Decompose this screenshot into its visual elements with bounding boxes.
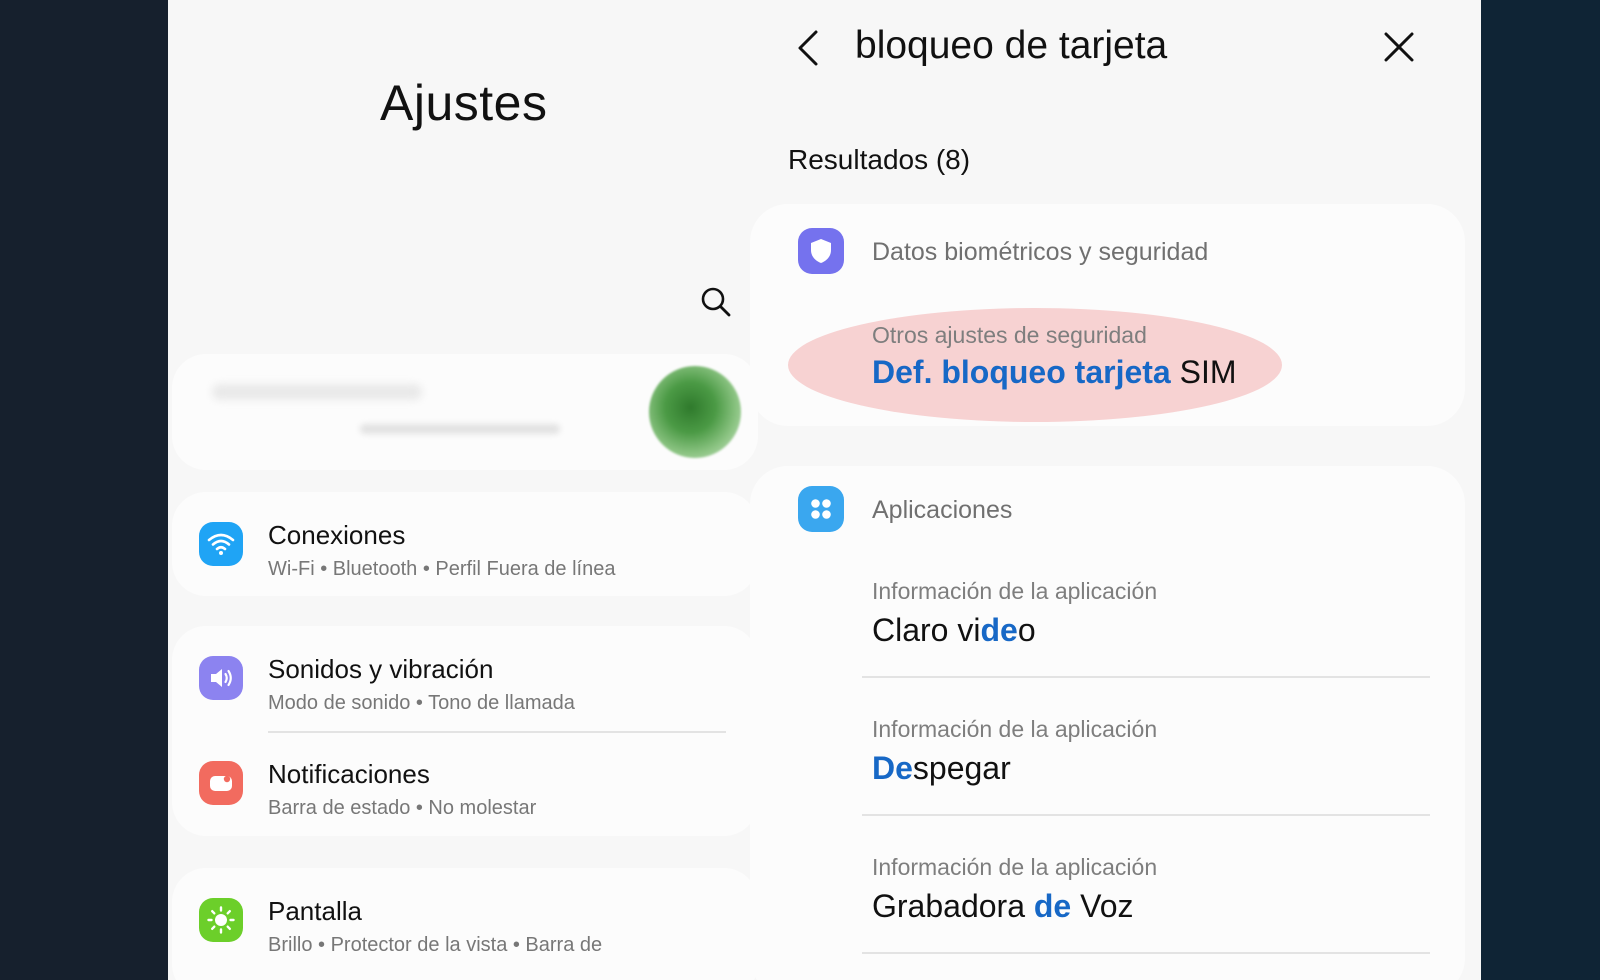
search-input[interactable]: bloqueo de tarjeta (855, 24, 1167, 68)
result-title-text: o (1017, 612, 1036, 648)
result-subtitle: Información de la aplicación (872, 716, 1158, 742)
divider (862, 814, 1430, 816)
category-title: Datos biométricos y seguridad (872, 238, 1209, 266)
result-title-text: spegar (912, 750, 1011, 786)
settings-item-title: Notificaciones (268, 759, 430, 789)
result-title-text: Claro vi (872, 612, 981, 648)
blurred-account-email (360, 424, 560, 434)
phone-screen: Ajustes Conexiones Wi-Fi • Bluetooth • P… (168, 0, 1481, 980)
search-icon[interactable] (698, 284, 734, 320)
profile-card[interactable] (172, 354, 758, 470)
left-background (0, 0, 168, 980)
back-icon[interactable] (790, 26, 830, 70)
result-title-match: de (980, 612, 1018, 648)
settings-item-title: Conexiones (268, 520, 406, 550)
close-icon[interactable] (1382, 30, 1416, 64)
search-panel: bloqueo de tarjeta Resultados (8) Datos … (750, 0, 1481, 980)
result-title: Def. bloqueo tarjeta SIM (872, 354, 1236, 391)
settings-item-pantalla[interactable]: Pantalla Brillo • Protector de la vista … (172, 870, 758, 970)
settings-item-subtitle: Wi-Fi • Bluetooth • Perfil Fuera de líne… (268, 558, 616, 580)
settings-item-subtitle: Brillo • Protector de la vista • Barra d… (268, 934, 603, 956)
results-card-seguridad: Datos biométricos y seguridad Otros ajus… (750, 204, 1465, 426)
sun-icon (199, 898, 243, 942)
category-title: Aplicaciones (872, 496, 1013, 524)
settings-panel: Ajustes Conexiones Wi-Fi • Bluetooth • P… (168, 0, 762, 980)
result-title-match: tarjeta (1074, 354, 1171, 390)
results-count: Resultados (8) (788, 144, 971, 175)
settings-item-title: Pantalla (268, 896, 362, 926)
result-title-text: Voz (1071, 888, 1134, 924)
results-card-aplicaciones: Aplicaciones Información de la aplicació… (750, 466, 1465, 980)
blurred-account-name (212, 384, 422, 400)
result-title-match: de (1033, 888, 1072, 924)
display-card: Pantalla Brillo • Protector de la vista … (172, 868, 758, 980)
result-subtitle: Información de la aplicación (872, 854, 1158, 880)
result-subtitle: Información de la aplicación (872, 578, 1158, 604)
avatar (649, 366, 741, 458)
volume-icon (199, 656, 243, 700)
settings-item-subtitle: Modo de sonido • Tono de llamada (268, 692, 575, 714)
settings-item-subtitle: Barra de estado • No molestar (268, 797, 537, 819)
result-title-text: SIM (1179, 354, 1237, 390)
result-title: Grabadora de Voz (872, 888, 1133, 925)
result-title: Claro video (872, 612, 1036, 649)
connections-card: Conexiones Wi-Fi • Bluetooth • Perfil Fu… (172, 492, 758, 596)
sounds-notifications-card: Sonidos y vibración Modo de sonido • Ton… (172, 626, 758, 836)
divider (862, 676, 1430, 678)
wifi-icon (199, 522, 243, 566)
result-subtitle: Otros ajustes de seguridad (872, 322, 1147, 348)
settings-item-notificaciones[interactable]: Notificaciones Barra de estado • No mole… (172, 733, 758, 833)
page-title: Ajustes (380, 75, 548, 131)
right-background (1481, 0, 1600, 980)
result-title-match: De (872, 750, 913, 786)
apps-icon (798, 486, 844, 532)
result-title: Despegar (872, 750, 1011, 787)
result-title-text: Grabadora (872, 888, 1034, 924)
settings-item-title: Sonidos y vibración (268, 654, 494, 684)
result-title-match: bloqueo (941, 354, 1066, 390)
result-title-match: Def. (872, 354, 933, 390)
shield-icon (798, 228, 844, 274)
notification-icon (199, 761, 243, 805)
settings-item-conexiones[interactable]: Conexiones Wi-Fi • Bluetooth • Perfil Fu… (172, 494, 758, 594)
settings-item-sonidos[interactable]: Sonidos y vibración Modo de sonido • Ton… (172, 628, 758, 728)
divider (862, 952, 1430, 954)
